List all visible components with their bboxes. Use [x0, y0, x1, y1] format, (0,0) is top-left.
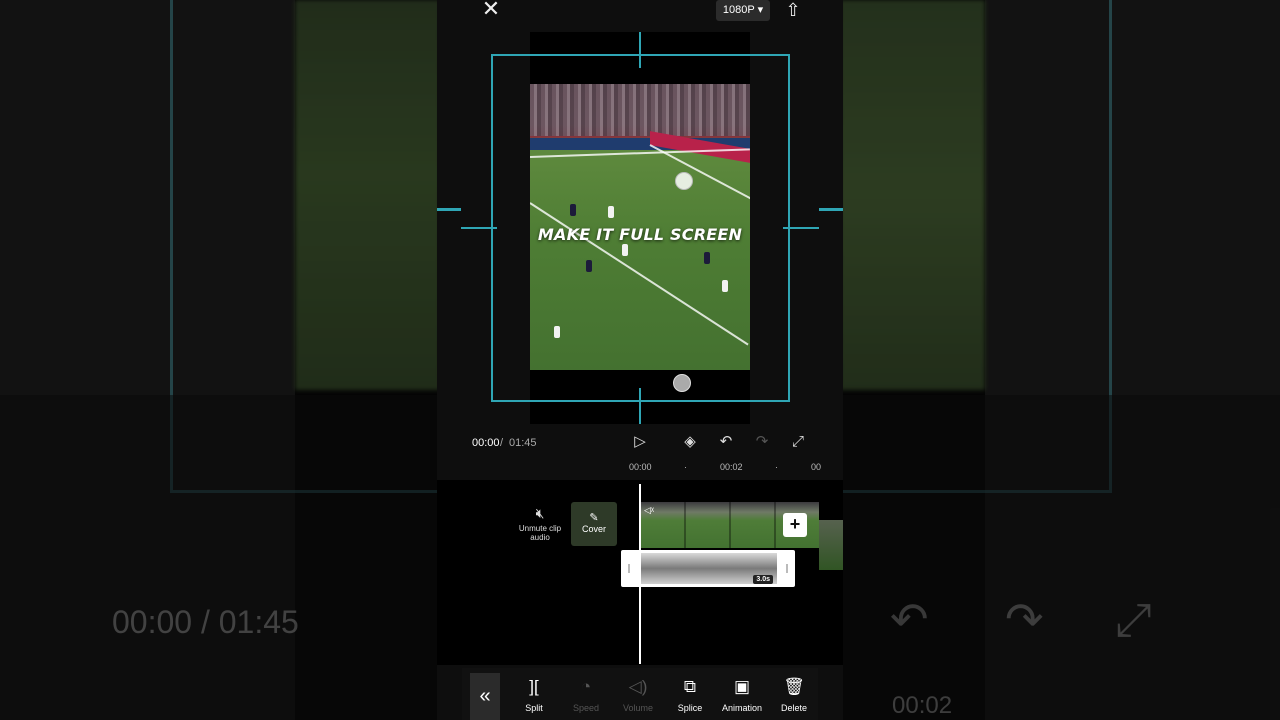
animation-button[interactable]: ▣ Animation — [720, 676, 764, 713]
animation-icon: ▣ — [733, 677, 751, 696]
volume-label: Volume — [622, 703, 654, 713]
guide-line-top — [639, 32, 641, 68]
animation-label: Animation — [721, 703, 763, 713]
splice-button[interactable]: ⧉ Splice — [668, 676, 712, 713]
guide-line-right — [783, 227, 819, 229]
trim-handle-left[interactable] — [628, 564, 630, 573]
guide-line-bottom — [639, 388, 641, 424]
guide-edge-right — [819, 208, 843, 211]
cover-label: Cover — [581, 524, 606, 534]
splice-label: Splice — [677, 703, 703, 713]
background-undo-icon: ↶ — [890, 593, 929, 645]
add-clip-button[interactable]: + — [783, 513, 807, 537]
ruler-dot: · — [775, 462, 778, 472]
cover-button[interactable]: ✎ Cover — [571, 502, 617, 546]
trash-icon: 🗑︎ — [783, 677, 805, 696]
text-clip-duration: 3.0s — [753, 575, 773, 584]
speedometer-icon: ◔ — [580, 677, 592, 696]
caret-down-icon: ▾ — [757, 4, 764, 16]
speed-button[interactable]: ◔ Speed — [564, 676, 608, 713]
clip-mute-icon: ◁ᵡ — [644, 505, 655, 515]
ruler-time: 00:00 — [629, 462, 652, 472]
total-time: 01:45 — [509, 437, 537, 449]
delete-button[interactable]: 🗑︎ Delete — [772, 676, 816, 713]
next-clip-preview — [819, 520, 843, 570]
resolution-button[interactable]: 1080P ▾ — [716, 0, 770, 21]
scale-handle[interactable] — [673, 374, 691, 392]
editor-panel: ✕ 1080P ▾ ⇧ MAKE IT FULL SCREEN 00:00 / … — [437, 0, 843, 720]
ruler-time: 00:02 — [720, 462, 743, 472]
split-button[interactable]: ][ Split — [512, 676, 556, 713]
export-icon: ⇧ — [785, 0, 801, 20]
guide-edge-left — [437, 208, 461, 211]
split-label: Split — [525, 703, 543, 713]
fullscreen-icon: ⤢ — [791, 433, 804, 450]
pencil-icon: ✎ — [589, 512, 599, 524]
current-time: 00:00 — [472, 437, 500, 449]
background-ruler-time: 00:02 — [892, 692, 953, 719]
guide-line-left — [461, 227, 497, 229]
resolution-label: 1080P — [722, 4, 755, 16]
speed-label: Speed — [572, 703, 600, 713]
background-redo-icon: ↷ — [1005, 593, 1044, 645]
top-bar: ✕ 1080P ▾ ⇧ — [437, 0, 843, 24]
redo-icon: ↷ — [755, 433, 769, 450]
playback-bar: 00:00 / 01:45 ▷ ◈ ↶ ↷ ⤢ — [437, 432, 843, 454]
volume-icon: ◁) — [628, 677, 648, 696]
double-chevron-left-icon: « — [479, 685, 491, 707]
ruler-time: 00 — [811, 462, 822, 472]
ruler-dot: · — [684, 462, 687, 472]
delete-label: Delete — [780, 703, 807, 713]
background-time-display: 00:00 / 01:45 — [112, 604, 299, 640]
text-clip-track[interactable]: 3.0s — [621, 550, 795, 587]
unmute-label: Unmute clip audio — [518, 524, 562, 542]
keyframe-button[interactable]: ◈ — [680, 432, 700, 452]
trim-handle-right[interactable] — [786, 564, 788, 573]
text-overlay[interactable]: MAKE IT FULL SCREEN — [529, 225, 751, 244]
collapse-toolbar-button[interactable]: « — [470, 673, 500, 720]
speaker-muted-icon: 🔇︎ — [535, 505, 545, 521]
export-button[interactable]: ⇧ — [783, 0, 803, 20]
undo-button[interactable]: ↶ — [716, 432, 736, 452]
splice-icon: ⧉ — [683, 677, 697, 696]
undo-icon: ↶ — [719, 433, 733, 450]
split-icon: ][ — [529, 677, 539, 696]
volume-button[interactable]: ◁) Volume — [616, 676, 660, 713]
redo-button[interactable]: ↷ — [752, 432, 772, 452]
background-fullscreen-icon: ⤢ — [1115, 593, 1152, 645]
fullscreen-button[interactable]: ⤢ — [788, 432, 808, 452]
time-separator: / — [500, 437, 504, 449]
unmute-clip-audio-button[interactable]: 🔇︎ Unmute clip audio — [517, 505, 563, 542]
playhead[interactable] — [639, 484, 641, 664]
rotate-handle[interactable] — [675, 172, 693, 190]
close-button[interactable]: ✕ — [481, 0, 501, 20]
play-icon: ▷ — [634, 433, 646, 450]
close-icon: ✕ — [481, 0, 501, 21]
bottom-toolbar: « ][ Split ◔ Speed ◁) Volume ⧉ Splice ▣ … — [462, 668, 818, 720]
keyframe-icon: ◈ — [684, 433, 696, 450]
plus-icon: + — [789, 514, 801, 534]
timeline-ruler: 00:00 · 00:02 · 00 — [437, 462, 843, 476]
play-button[interactable]: ▷ — [630, 432, 650, 452]
